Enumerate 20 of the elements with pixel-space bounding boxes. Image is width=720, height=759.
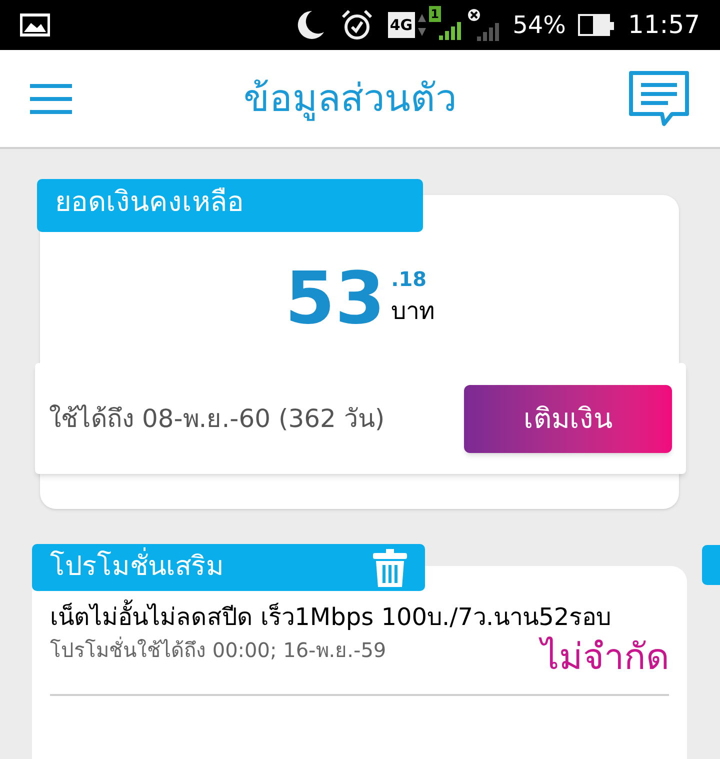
promo-name: เน็ตไม่อั้นไม่ลดสปีด เร็ว1Mbps 100บ./7ว.นาน52รอบ xyxy=(50,599,669,635)
currency-label: บาท xyxy=(391,296,436,326)
picture-icon xyxy=(20,13,50,37)
balance-amount: 53 xyxy=(284,262,386,334)
clock: 11:57 xyxy=(628,9,700,42)
page-title: ข้อมูลส่วนตัว xyxy=(242,75,458,123)
sim-number: 1 xyxy=(428,6,441,22)
alarm-icon xyxy=(340,8,374,42)
card-tab-title: โปรโมชั่นเสริม xyxy=(50,547,224,588)
trash-icon[interactable] xyxy=(373,548,407,586)
chat-icon[interactable] xyxy=(628,70,690,128)
quota-value: ไม่จำกัด xyxy=(541,635,669,680)
validity-text: ใช้ได้ถึง 08-พ.ย.-60 (362 วัน) xyxy=(49,402,385,435)
top-up-button[interactable]: เติมเงิน xyxy=(464,384,672,452)
menu-icon[interactable] xyxy=(30,82,72,116)
network-type: 4G xyxy=(388,12,415,38)
balance-decimals: .18 xyxy=(391,268,428,288)
data-arrows-icon xyxy=(416,12,427,38)
battery-percent: 54% xyxy=(512,10,566,41)
promo-expiry: โปรโมชั่นใช้ได้ถึง 00:00; 16-พ.ย.-59 xyxy=(50,636,386,664)
